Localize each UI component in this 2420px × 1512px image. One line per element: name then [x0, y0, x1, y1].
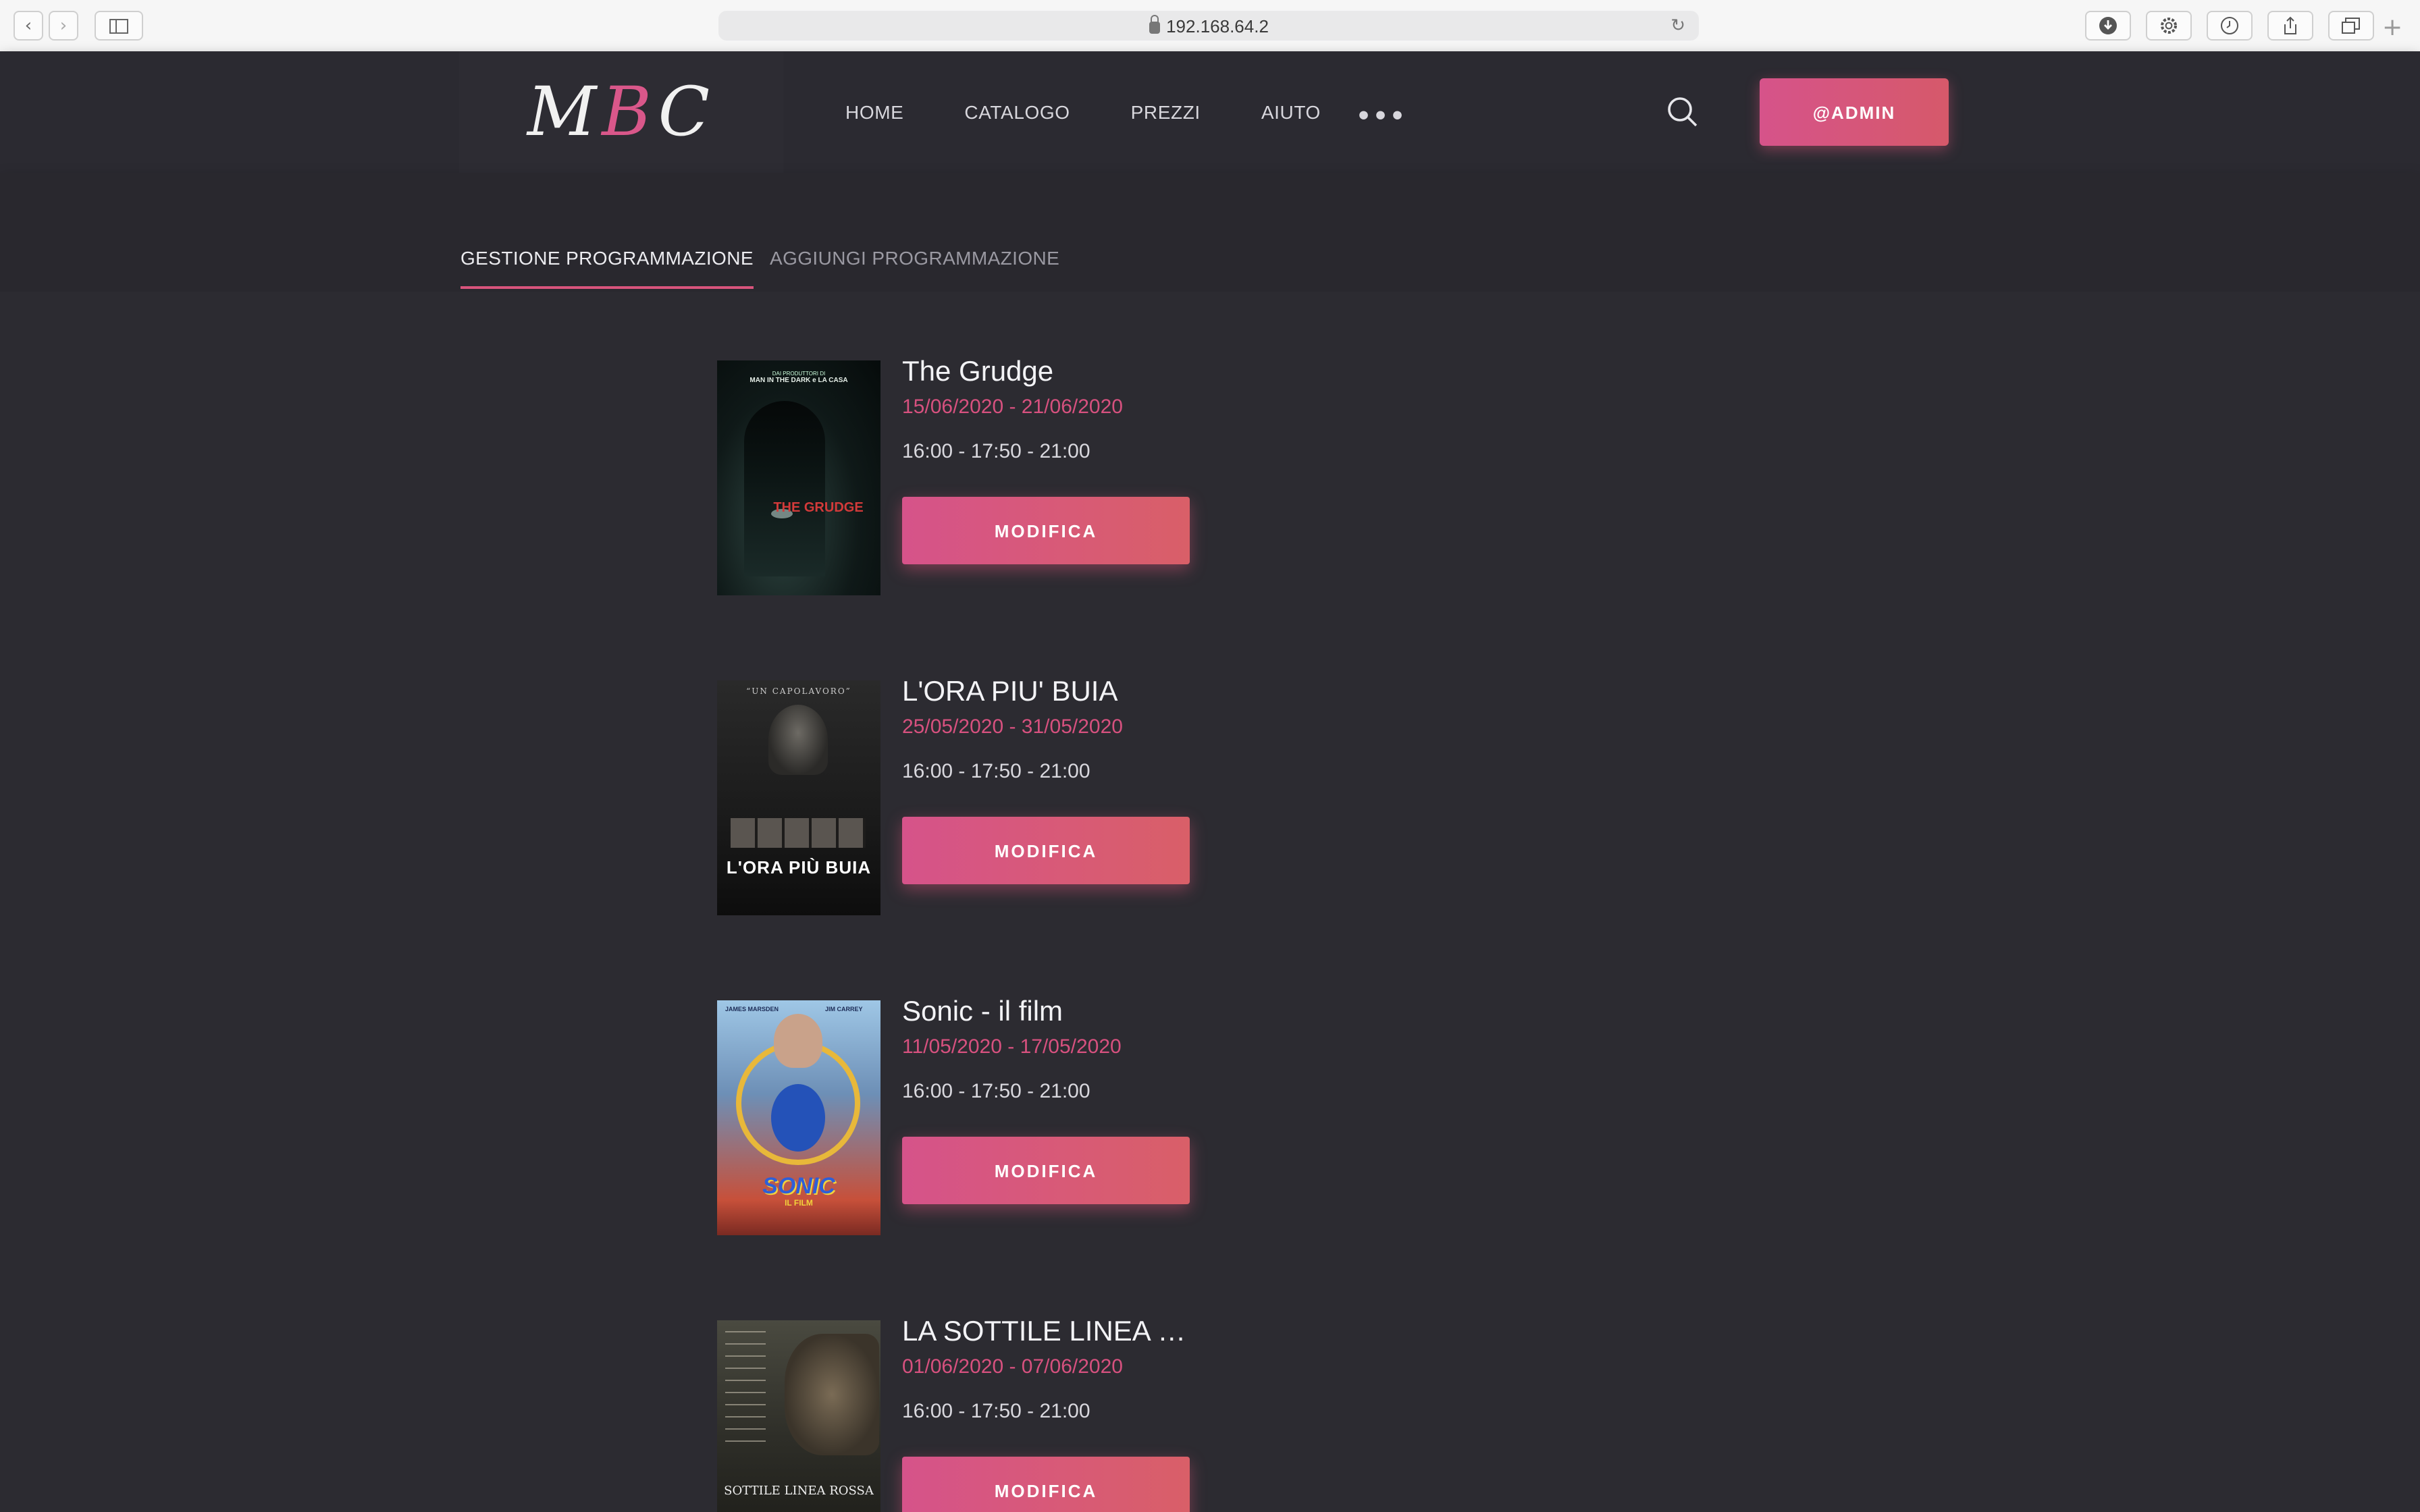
nav-prezzi[interactable]: PREZZI — [1131, 101, 1201, 123]
address-bar[interactable]: 192.168.64.2 ↻ — [718, 11, 1699, 40]
showtimes: 16:00 - 17:50 - 21:00 — [902, 760, 1090, 783]
reload-icon[interactable]: ↻ — [1671, 15, 1685, 36]
tab-bar: GESTIONE PROGRAMMAZIONE AGGIUNGI PROGRAM… — [0, 173, 2420, 292]
date-range: 25/05/2020 - 31/05/2020 — [902, 716, 1123, 738]
modifica-button[interactable]: MODIFICA — [902, 497, 1190, 564]
back-icon[interactable]: ‹ — [14, 11, 43, 40]
sidebar-toggle-icon[interactable] — [95, 11, 143, 40]
nav-home[interactable]: HOME — [845, 101, 903, 123]
date-range: 01/06/2020 - 07/06/2020 — [902, 1355, 1123, 1378]
tab-aggiungi-programmazione[interactable]: AGGIUNGI PROGRAMMAZIONE — [770, 247, 1059, 269]
browser-toolbar: ‹ › 192.168.64.2 ↻ + — [0, 0, 2420, 53]
search-icon[interactable] — [1666, 96, 1698, 127]
movie-poster[interactable]: SOTTILE LINEA ROSSA — [717, 1320, 880, 1512]
url-text: 192.168.64.2 — [1166, 16, 1269, 36]
modifica-button[interactable]: MODIFICA — [902, 1457, 1190, 1512]
tabs-overview-icon[interactable] — [2328, 11, 2374, 40]
movie-title: LA SOTTILE LINEA ROSSA — [902, 1316, 1199, 1347]
schedule-list: DAI PRODUTTORI DI MAN IN THE DARK e LA C… — [0, 292, 2420, 1512]
date-range: 15/06/2020 - 21/06/2020 — [902, 396, 1123, 418]
nav-catalogo[interactable]: CATALOGO — [964, 101, 1070, 123]
lock-icon — [1149, 14, 1160, 33]
date-range: 11/05/2020 - 17/05/2020 — [902, 1035, 1122, 1058]
forward-icon[interactable]: › — [49, 11, 78, 40]
tab-gestione-programmazione[interactable]: GESTIONE PROGRAMMAZIONE — [461, 247, 754, 289]
new-tab-plus-icon[interactable]: + — [2382, 14, 2402, 42]
movie-poster[interactable]: JAMES MARSDEN JIM CARREY SONIC IL FILM — [717, 1000, 880, 1235]
schedule-card: SOTTILE LINEA ROSSA LA SOTTILE LINEA ROS… — [717, 1316, 1203, 1512]
showtimes: 16:00 - 17:50 - 21:00 — [902, 440, 1090, 463]
modifica-button[interactable]: MODIFICA — [902, 1137, 1190, 1204]
movie-title: L'ORA PIU' BUIA — [902, 676, 1118, 707]
user-account-button[interactable]: @ADMIN — [1760, 78, 1949, 146]
schedule-card: JAMES MARSDEN JIM CARREY SONIC IL FILM S… — [717, 996, 1203, 1241]
share-icon[interactable] — [2267, 11, 2313, 40]
more-menu-icon[interactable]: ••• — [1356, 103, 1406, 131]
showtimes: 16:00 - 17:50 - 21:00 — [902, 1400, 1090, 1423]
movie-poster[interactable]: “UN CAPOLAVORO” L'ORA PIÙ BUIA — [717, 680, 880, 915]
movie-title: Sonic - il film — [902, 996, 1063, 1027]
site-header: MBC HOME CATALOGO PREZZI AIUTO ••• @ADMI… — [0, 51, 2420, 173]
nav-aiuto[interactable]: AIUTO — [1261, 101, 1321, 123]
downloads-icon[interactable] — [2085, 11, 2131, 40]
settings-gear-icon[interactable] — [2146, 11, 2192, 40]
movie-title: The Grudge — [902, 356, 1054, 387]
showtimes: 16:00 - 17:50 - 21:00 — [902, 1080, 1090, 1103]
logo[interactable]: MBC — [459, 51, 783, 173]
schedule-card: “UN CAPOLAVORO” L'ORA PIÙ BUIA L'ORA PIU… — [717, 676, 1203, 921]
schedule-card: DAI PRODUTTORI DI MAN IN THE DARK e LA C… — [717, 356, 1203, 601]
modifica-button[interactable]: MODIFICA — [902, 817, 1190, 884]
movie-poster[interactable]: DAI PRODUTTORI DI MAN IN THE DARK e LA C… — [717, 360, 880, 595]
main-nav: HOME CATALOGO PREZZI AIUTO — [845, 51, 1382, 173]
history-clock-icon[interactable] — [2207, 11, 2253, 40]
